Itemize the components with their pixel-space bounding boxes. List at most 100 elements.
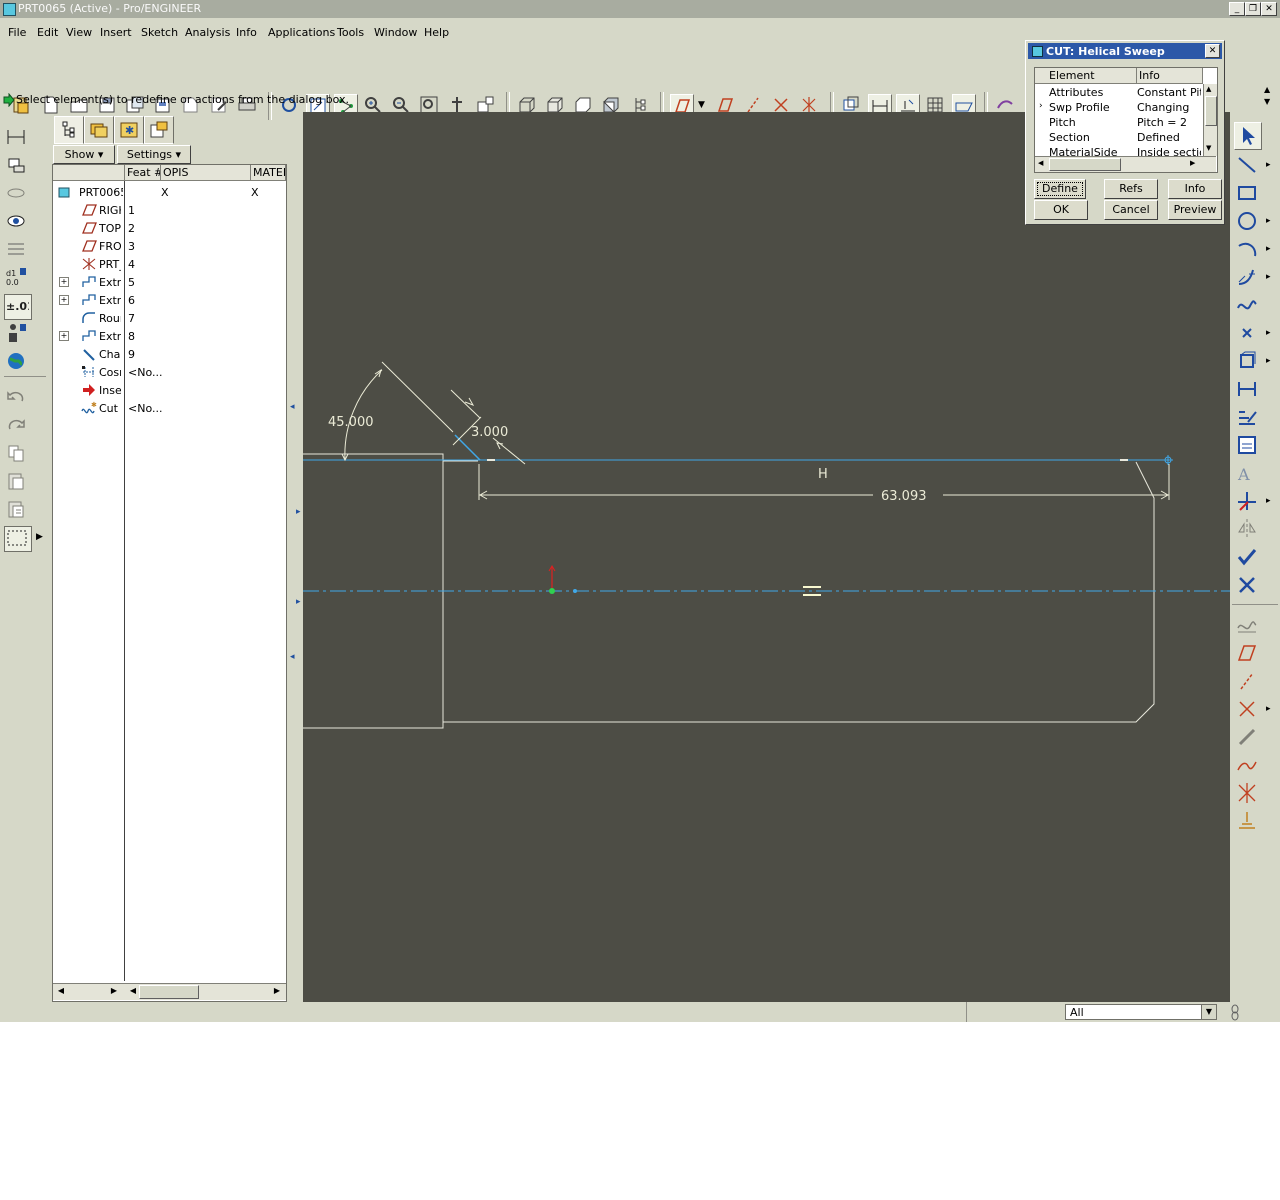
paste-icon[interactable]: [4, 470, 30, 494]
tree-column-opis[interactable]: OPIS: [161, 165, 251, 181]
datum-curve-icon[interactable]: [1234, 612, 1260, 638]
scroll-right-icon[interactable]: ▶: [108, 986, 120, 997]
menu-window[interactable]: Window: [374, 26, 417, 39]
close-window-button[interactable]: ✕: [1261, 2, 1277, 16]
horizontal-scrollbar[interactable]: ◀ ▶: [1035, 156, 1216, 172]
chamfer-dimension[interactable]: 3.000: [471, 425, 508, 440]
tab-favorites[interactable]: ✱: [114, 116, 144, 144]
info-button[interactable]: Info: [1168, 179, 1222, 199]
scroll-thumb[interactable]: [1049, 158, 1121, 171]
globe-icon[interactable]: [4, 350, 30, 374]
constraints-tool-icon[interactable]: [1234, 432, 1260, 458]
sketch-view[interactable]: 45.000 3.000 H 63.093: [303, 112, 1230, 1002]
modify-tool-icon[interactable]: [1234, 404, 1260, 430]
trim-tool-icon[interactable]: [1234, 488, 1260, 514]
scroll-left-icon[interactable]: ◀: [127, 986, 139, 997]
undo-icon[interactable]: [4, 386, 30, 410]
tree-row[interactable]: + Extrude 1 5: [53, 273, 286, 291]
eye-icon[interactable]: [4, 210, 30, 234]
menu-analysis[interactable]: Analysis: [185, 26, 230, 39]
restore-button[interactable]: ❐: [1245, 2, 1261, 16]
chevron-right-icon[interactable]: ▸: [1266, 356, 1271, 366]
copy-icon[interactable]: [4, 442, 30, 466]
tolerance-icon[interactable]: ±.01: [4, 294, 35, 320]
datum-axis-tool-icon[interactable]: [1234, 668, 1260, 694]
chevron-right-icon[interactable]: ▸: [1266, 496, 1271, 506]
menu-insert[interactable]: Insert: [100, 26, 132, 39]
refs-button[interactable]: Refs: [1104, 179, 1158, 199]
tree-row[interactable]: RIGHT 1: [53, 201, 286, 219]
chevron-right-icon[interactable]: ▸: [1266, 328, 1271, 338]
tree-row[interactable]: FRONT 3: [53, 237, 286, 255]
menu-sketch[interactable]: Sketch: [141, 26, 178, 39]
tab-folder-browser[interactable]: [84, 116, 114, 144]
panel-splitter[interactable]: ◂ ▸ ▸ ◂: [290, 112, 302, 1002]
chevron-down-icon[interactable]: ▼: [1201, 1005, 1216, 1019]
menu-file[interactable]: File: [8, 26, 26, 39]
paste-special-icon[interactable]: [4, 498, 30, 522]
dialog-title-bar[interactable]: CUT: Helical Sweep ✕: [1028, 43, 1222, 59]
scroll-thumb[interactable]: [1205, 96, 1217, 126]
datum-point-tool-icon[interactable]: [1234, 696, 1260, 722]
scroll-right-icon[interactable]: ▶: [271, 986, 283, 997]
tree-row[interactable]: PRT_CSYS_DEF 4: [53, 255, 286, 273]
scroll-down-icon[interactable]: ▼: [1206, 144, 1211, 152]
scroll-left-icon[interactable]: ◀: [1038, 159, 1043, 167]
cancel-x-icon[interactable]: [1234, 572, 1260, 598]
scroll-left-icon[interactable]: ◀: [55, 986, 67, 997]
tree-row[interactable]: + Extrude 2 6: [53, 291, 286, 309]
line-tool-icon[interactable]: [1234, 152, 1260, 178]
chevron-right-icon[interactable]: ▸: [1266, 704, 1271, 714]
menu-view[interactable]: View: [66, 26, 92, 39]
tree-root[interactable]: PRT0065 X X: [53, 183, 286, 201]
circle-tool-icon[interactable]: [1234, 208, 1260, 234]
expand-icon[interactable]: +: [59, 295, 69, 305]
scroll-up-icon[interactable]: ▲: [1206, 85, 1211, 93]
angle-dimension[interactable]: 45.000: [328, 415, 374, 430]
horizontal-scrollbar[interactable]: ◀ ▶ ◀ ▶: [53, 983, 286, 1000]
preview-button[interactable]: Preview: [1168, 200, 1222, 220]
dimension-icon[interactable]: [4, 126, 30, 150]
element-column-header[interactable]: Element: [1035, 68, 1137, 84]
chevron-right-icon[interactable]: ▸: [1266, 272, 1271, 282]
sketched-curve-icon[interactable]: [1234, 752, 1260, 778]
length-dimension[interactable]: 63.093: [881, 489, 927, 504]
selection-filter-dropdown[interactable]: All ▼: [1065, 1004, 1217, 1020]
scroll-right-icon[interactable]: ▶: [1190, 159, 1195, 167]
datum-plane-tool-icon[interactable]: [1234, 640, 1260, 666]
tree-column-matei[interactable]: MATEI: [251, 165, 286, 181]
vertical-scrollbar[interactable]: ▲ ▼: [1203, 84, 1217, 156]
menu-help[interactable]: Help: [424, 26, 449, 39]
show-button[interactable]: Show ▾: [53, 145, 115, 164]
collapse-icon[interactable]: ◂: [290, 652, 295, 662]
coordinate-system-icon[interactable]: [1234, 780, 1260, 806]
info-column-header[interactable]: Info: [1137, 68, 1203, 84]
tree-row[interactable]: Cosmetic <No...: [53, 363, 286, 381]
dimension-tool-icon[interactable]: [1234, 376, 1260, 402]
point-tool-icon[interactable]: [1234, 320, 1260, 346]
tree-row[interactable]: Round 1 7: [53, 309, 286, 327]
tab-connections[interactable]: [144, 116, 174, 144]
relations-icon[interactable]: d1 0.0: [4, 266, 30, 290]
scroll-thumb[interactable]: [139, 985, 199, 999]
element-row-pitch[interactable]: Pitch Pitch = 2: [1035, 115, 1203, 130]
menu-edit[interactable]: Edit: [37, 26, 58, 39]
chevron-right-icon[interactable]: ▶: [36, 532, 43, 542]
graphics-window[interactable]: 45.000 3.000 H 63.093: [303, 112, 1230, 1002]
accept-check-icon[interactable]: [1234, 544, 1260, 570]
menu-applications[interactable]: Applications: [268, 26, 335, 39]
arc-tool-icon[interactable]: [1234, 236, 1260, 262]
tree-column-name[interactable]: [53, 165, 125, 181]
toolbar-scroll-up-icon[interactable]: ▲ ▼: [1264, 84, 1270, 108]
tab-model-tree[interactable]: [54, 116, 84, 144]
expand-panel-icon[interactable]: ▸: [296, 507, 301, 517]
expand-icon[interactable]: +: [59, 331, 69, 341]
collapse-icon[interactable]: ◂: [290, 402, 295, 412]
cancel-button[interactable]: Cancel: [1104, 200, 1158, 220]
lines-icon[interactable]: [4, 238, 30, 262]
expand-panel-icon[interactable]: ▸: [296, 597, 301, 607]
annotation-icon[interactable]: [1234, 808, 1260, 834]
chevron-right-icon[interactable]: ▸: [1266, 244, 1271, 254]
element-row-swp-profile[interactable]: › Swp Profile Changing: [1035, 100, 1203, 115]
analysis-feature-icon[interactable]: [1234, 724, 1260, 750]
